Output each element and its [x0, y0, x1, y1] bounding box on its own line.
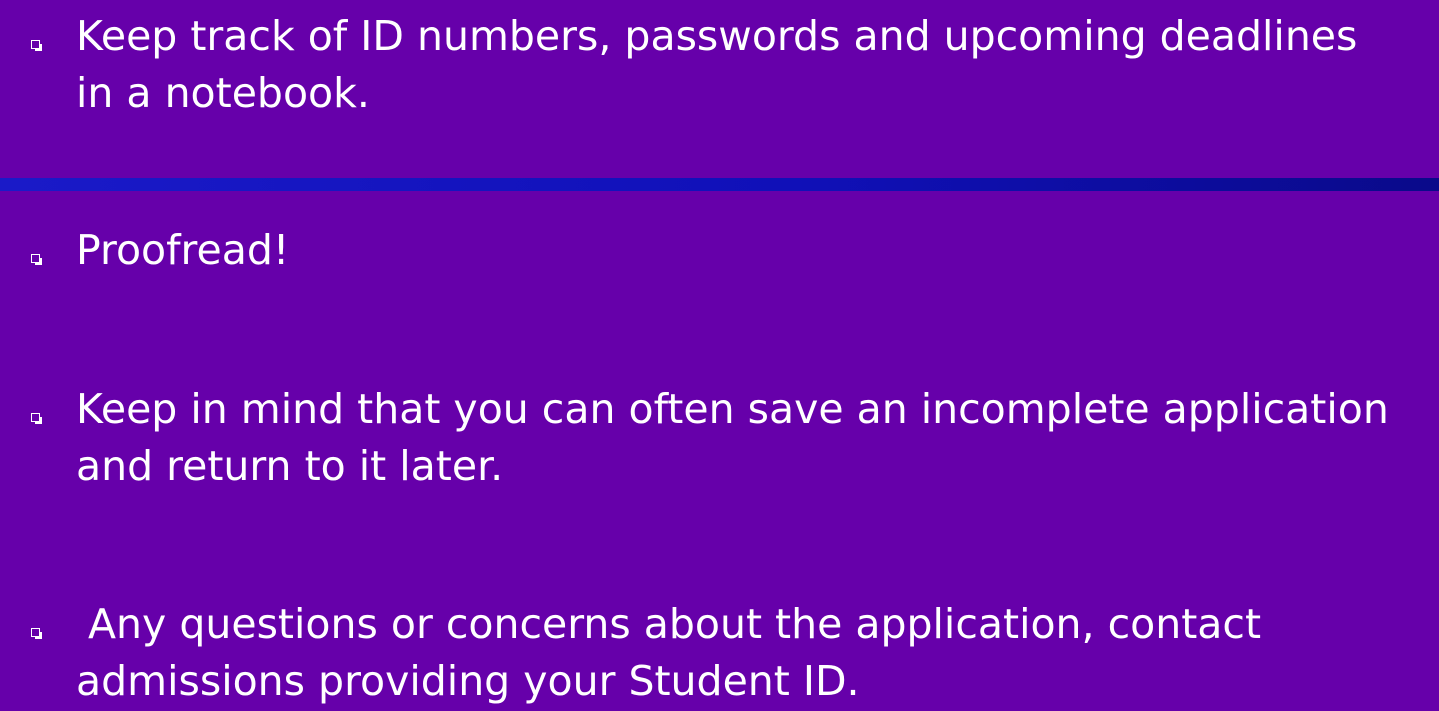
hollow-square-bullet-icon — [31, 628, 42, 639]
hollow-square-bullet-icon — [31, 254, 42, 265]
divider — [0, 178, 1439, 191]
bullet-text: Any questions or concerns about the appl… — [76, 596, 1439, 710]
hollow-square-bullet-icon — [31, 40, 42, 51]
bullet-text-line: admissions providing your Student ID. — [76, 657, 860, 705]
bullet-text: Proofread! — [76, 226, 290, 274]
bullet-text: Keep in mind that you can often save an … — [76, 385, 1389, 490]
hollow-square-bullet-icon — [31, 413, 42, 424]
bullet-text: Keep track of ID numbers, passwords and … — [76, 12, 1358, 117]
bullet-text-line: Any questions or concerns about the appl… — [88, 600, 1262, 648]
slide: Keep track of ID numbers, passwords and … — [0, 0, 1439, 711]
